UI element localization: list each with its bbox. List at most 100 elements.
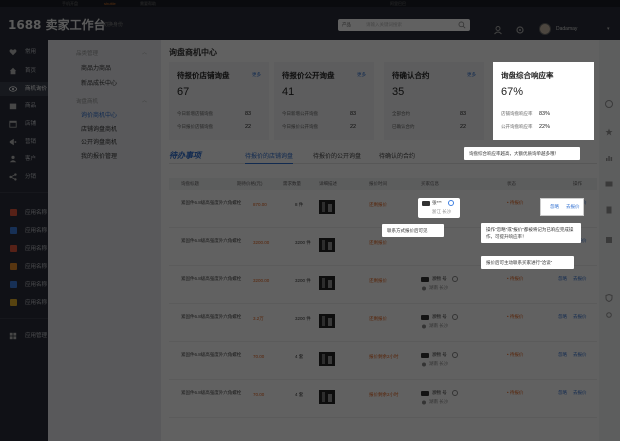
buyer-badge-icon (421, 315, 429, 320)
chat-icon[interactable] (448, 200, 454, 206)
product-image[interactable] (319, 314, 335, 328)
search-icon[interactable] (458, 21, 466, 29)
search-input[interactable]: 请输入关键词搜索 (366, 19, 402, 31)
chart-icon[interactable] (605, 154, 613, 162)
card-value: 35 (392, 86, 405, 98)
nav-label: 应用管理 (25, 333, 48, 339)
nav-label: 商品 (25, 103, 37, 109)
ignore-button[interactable]: 忽略 (550, 204, 559, 210)
quote-deadline: 报价剩余2小时 (369, 392, 399, 397)
nav-item-marketing[interactable]: 营销 (0, 135, 48, 149)
nav-item-home[interactable]: 首页 (0, 64, 48, 78)
subnav-item[interactable]: 我的报价管理 (81, 151, 117, 160)
ignore-button[interactable]: 忽略 (558, 352, 567, 358)
nav-item-favorites[interactable]: 常用 (0, 45, 48, 59)
card-more-link[interactable]: 更多 (467, 72, 476, 78)
ignore-button[interactable]: 忽略 (558, 276, 567, 282)
quote-button[interactable]: 去报价 (566, 204, 580, 210)
subnav-group-title[interactable]: 品类管理 (76, 49, 98, 57)
subnav-item[interactable]: 商品力商品 (81, 63, 111, 72)
location-pin-icon (422, 286, 426, 291)
chevron-up-icon[interactable]: ︿ (142, 49, 147, 56)
chat-icon[interactable] (452, 352, 458, 358)
chat-icon[interactable] (452, 314, 458, 320)
quote-button[interactable]: 去报价 (573, 276, 587, 282)
product-image[interactable] (319, 238, 335, 252)
subnav-item[interactable]: 店铺询盘商机 (81, 124, 117, 133)
avatar[interactable] (539, 23, 551, 35)
buyer-location: 湖南 长沙 (429, 285, 449, 290)
product-image[interactable] (319, 276, 335, 290)
nav-app-item[interactable]: 应用名称 (0, 278, 48, 292)
card-more-link[interactable]: 更多 (357, 72, 366, 78)
quote-button[interactable]: 去报价 (573, 352, 587, 358)
status-badge: • 待报价 (507, 276, 524, 281)
chevron-down-icon[interactable]: ▾ (607, 26, 610, 32)
gear-icon[interactable] (515, 25, 525, 35)
topbar-item[interactable]: 手机开盘 (62, 0, 78, 7)
card-row-value: 22 (245, 124, 252, 130)
shield-icon[interactable] (605, 294, 613, 302)
nav-app-item[interactable]: 应用名称 (0, 242, 48, 256)
inquiry-title[interactable]: 紧固件6.8级高强度外六角螺栓 (181, 274, 259, 283)
stat-card: 待确认合约 更多 35 全部合约 83 已确认合约 22 (384, 62, 484, 140)
topbar-item[interactable]: shuttle (104, 0, 116, 7)
nav-item-distribution[interactable]: 分销 (0, 170, 48, 184)
product-image[interactable] (319, 200, 335, 214)
product-image[interactable] (319, 390, 335, 404)
user-center-icon[interactable] (493, 25, 503, 35)
nav-item-products[interactable]: 商品 (0, 99, 48, 113)
topbar-item[interactable]: 需要帮助 (140, 0, 156, 7)
ignore-button[interactable]: 忽略 (558, 314, 567, 320)
table-row: 紧固件6.8级高强度外六角螺栓 70.00 4 套 报价剩余2小时 濒物 号 湖… (169, 342, 597, 380)
nav-item-customers[interactable]: 客户 (0, 152, 48, 166)
star-icon[interactable] (605, 128, 613, 136)
nav-label: 应用名称 (25, 228, 48, 234)
tab-contracts[interactable]: 待确认的合约 (379, 151, 415, 160)
inquiry-title[interactable]: 紧固件6.8级高强度外六角螺栓 (181, 198, 259, 207)
inquiry-title[interactable]: 紧固件6.8级高强度外六角螺栓 (181, 236, 259, 245)
search-box[interactable]: 产品 请输入关键词搜索 (338, 19, 470, 31)
switch-identity-link[interactable]: 切换身份 (103, 21, 123, 28)
subnav-item[interactable]: 公开询盘商机 (81, 137, 117, 146)
nav-app-item[interactable]: 应用名称 (0, 224, 48, 238)
right-tool-rail (599, 40, 620, 441)
location-icon[interactable] (605, 312, 613, 320)
tab-public-inquiry[interactable]: 待报价的公开询盘 (313, 151, 361, 160)
document-icon[interactable] (605, 206, 613, 214)
search-category-select[interactable]: 产品 (342, 19, 351, 31)
info-icon[interactable] (605, 100, 613, 108)
quantity: 3200 件 (295, 240, 311, 245)
quote-button[interactable]: 去报价 (573, 314, 587, 320)
subnav-group-title[interactable]: 询盘商机 (76, 97, 98, 105)
nav-label: 商机询价 (25, 86, 48, 92)
app-icon (10, 227, 17, 234)
chevron-up-icon[interactable]: ︿ (142, 97, 147, 104)
megaphone-icon (9, 138, 17, 146)
subnav-item[interactable]: 新品成长中心 (81, 78, 117, 87)
quote-button[interactable]: 去报价 (573, 390, 587, 396)
ignore-button[interactable]: 忽略 (558, 390, 567, 396)
nav-item-store[interactable]: 店铺 (0, 117, 48, 131)
mail-icon[interactable] (605, 180, 613, 188)
nav-app-item[interactable]: 应用名称 (0, 260, 48, 274)
nav-app-item[interactable]: 应用名称 (0, 206, 48, 220)
tab-store-inquiry[interactable]: 待报价的店铺询盘 (245, 151, 294, 164)
inquiry-title[interactable]: 紧固件6.8级高强度外六角螺栓 (181, 350, 259, 359)
chat-icon[interactable] (452, 390, 458, 396)
username[interactable]: Dadamay (556, 26, 577, 32)
chat-icon[interactable] (452, 276, 458, 282)
topbar-item[interactable]: 阿里巴巴 (390, 0, 406, 7)
card-more-link[interactable]: 更多 (252, 72, 261, 78)
nav-item-app-manage[interactable]: 应用管理 (0, 329, 48, 343)
save-icon[interactable] (605, 236, 613, 244)
subnav-item-active[interactable]: 询价商机中心 (81, 110, 117, 119)
inquiry-title[interactable]: 紧固件6.8级高强度外六角螺栓 (181, 312, 259, 321)
inquiry-title[interactable]: 紧固件6.8级高强度外六角螺栓 (181, 388, 259, 397)
brand-logo[interactable]: 1688 卖家工作台 (8, 16, 106, 33)
nav-item-inquiry[interactable]: 商机询价 (0, 82, 48, 96)
product-image[interactable] (319, 352, 335, 366)
card-row-value: 22 (350, 124, 357, 130)
card-title: 待报价公开询盘 (282, 71, 335, 80)
nav-app-item[interactable]: 应用名称 (0, 296, 48, 310)
